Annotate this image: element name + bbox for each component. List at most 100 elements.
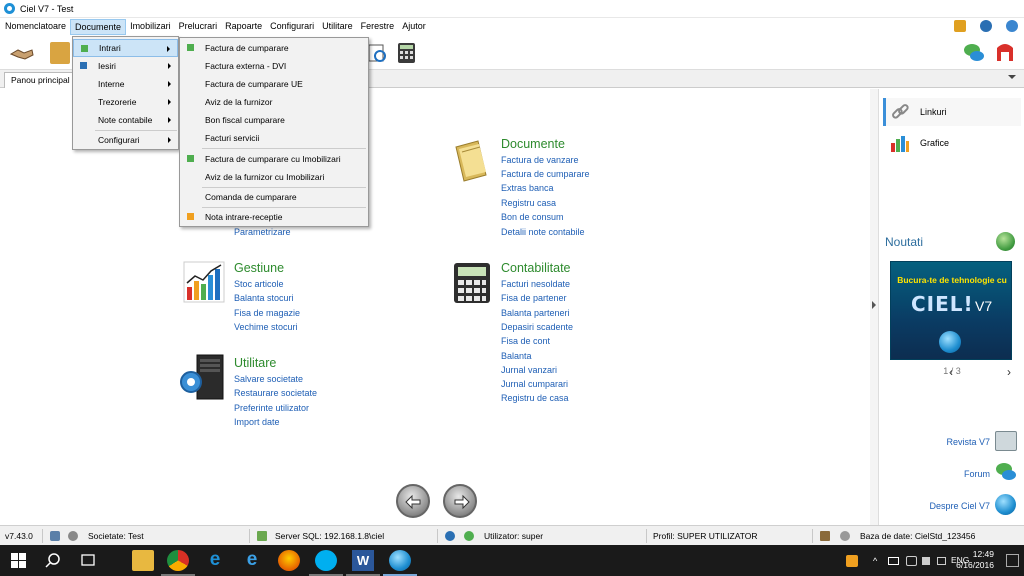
menu-rapoarte[interactable]: Rapoarte	[221, 19, 266, 35]
notification-flag-icon[interactable]	[846, 555, 858, 567]
chrome-icon[interactable]	[167, 550, 189, 571]
link-registru-casa[interactable]: Registru casa	[501, 198, 556, 208]
link-bon-consum[interactable]: Bon de consum	[501, 212, 564, 222]
chevron-right-icon[interactable]: ›	[1007, 365, 1011, 379]
link-facturi-nesoldate[interactable]: Facturi nesoldate	[501, 279, 570, 289]
task-view-icon[interactable]	[77, 550, 99, 571]
link-revista-v7[interactable]: Revista V7	[946, 437, 990, 447]
keyboard-icon[interactable]	[937, 557, 946, 565]
menu-item-configurari[interactable]: Configurari	[73, 131, 178, 149]
volume-icon[interactable]	[922, 557, 930, 565]
magazine-icon[interactable]	[995, 431, 1017, 451]
internet-explorer-icon[interactable]: e	[241, 550, 263, 571]
action-center-icon[interactable]	[1006, 554, 1019, 567]
calculator-icon[interactable]	[396, 42, 418, 64]
menu-item-trezorerie[interactable]: Trezorerie	[73, 93, 178, 111]
ciel-taskbar-icon[interactable]	[389, 550, 411, 571]
network-icon[interactable]	[906, 556, 917, 566]
report-icon[interactable]	[366, 42, 388, 64]
menu-item-interne[interactable]: Interne	[73, 75, 178, 93]
link-jurnal-cumparari[interactable]: Jurnal cumparari	[501, 379, 568, 389]
menu-item-aviz-imobilizari[interactable]: Aviz de la furnizor cu Imobilizari	[180, 168, 368, 186]
menu-item-nota-receptie[interactable]: Nota intrare-receptie	[180, 208, 368, 226]
battery-icon[interactable]	[888, 557, 899, 565]
rp-item-linkuri[interactable]: Linkuri	[883, 98, 1021, 126]
tab-list-dropdown-icon[interactable]	[1008, 75, 1016, 79]
info-icon[interactable]	[1006, 20, 1018, 32]
menu-item-intrari[interactable]: Intrari	[73, 39, 178, 57]
help-circle-icon[interactable]	[980, 20, 992, 32]
chevron-left-icon[interactable]: ‹	[949, 365, 953, 379]
menu-item-note-contabile[interactable]: Note contabile	[73, 111, 178, 129]
rp-item-grafice[interactable]: Grafice	[883, 129, 1021, 157]
menu-item-iesiri[interactable]: Iesiri	[73, 57, 178, 75]
settings-icon[interactable]	[68, 531, 78, 541]
box-icon[interactable]	[50, 42, 70, 64]
search-icon[interactable]	[42, 550, 64, 571]
skype-icon[interactable]	[315, 550, 337, 571]
menu-item-factura-dvi[interactable]: Factura externa - DVI	[180, 57, 368, 75]
chevron-up-icon[interactable]: ^	[873, 556, 877, 566]
tools-icon[interactable]	[954, 20, 966, 32]
link-parametrizare[interactable]: Parametrizare	[234, 227, 291, 237]
exit-icon[interactable]	[993, 42, 1017, 64]
link-factura-vanzare[interactable]: Factura de vanzare	[501, 155, 579, 165]
link-registru-de-casa[interactable]: Registru de casa	[501, 393, 569, 403]
menu-imobilizari[interactable]: Imobilizari	[126, 19, 175, 35]
word-icon[interactable]: W	[352, 550, 374, 571]
forward-arrow-button[interactable]	[443, 484, 477, 518]
menu-utilitare[interactable]: Utilitare	[318, 19, 357, 35]
menu-item-factura-ue[interactable]: Factura de cumparare UE	[180, 75, 368, 93]
menu-configurari[interactable]: Configurari	[266, 19, 318, 35]
menu-item-factura-imobilizari[interactable]: Factura de cumparare cu Imobilizari	[180, 150, 368, 168]
panel-splitter[interactable]	[870, 89, 878, 525]
menu-item-bon-fiscal[interactable]: Bon fiscal cumparare	[180, 111, 368, 129]
link-fisa-magazie[interactable]: Fisa de magazie	[234, 308, 300, 318]
chat-icon[interactable]	[962, 42, 986, 64]
ciel-logo-icon[interactable]	[995, 494, 1016, 515]
link-fisa-partener[interactable]: Fisa de partener	[501, 293, 567, 303]
link-import-date[interactable]: Import date	[234, 417, 280, 427]
back-arrow-button[interactable]	[396, 484, 430, 518]
tab-panou-principal[interactable]: Panou principal	[4, 72, 77, 88]
firefox-icon[interactable]	[278, 550, 300, 571]
collapse-arrow-icon[interactable]	[872, 301, 876, 309]
link-stoc-articole[interactable]: Stoc articole	[234, 279, 284, 289]
menu-item-factura-cumparare[interactable]: Factura de cumparare	[180, 39, 368, 57]
link-despre-ciel[interactable]: Despre Ciel V7	[929, 501, 990, 511]
link-factura-cumparare[interactable]: Factura de cumparare	[501, 169, 590, 179]
link-detalii-note[interactable]: Detalii note contabile	[501, 227, 585, 237]
link-fisa-cont[interactable]: Fisa de cont	[501, 336, 550, 346]
menu-ajutor[interactable]: Ajutor	[398, 19, 430, 35]
menu-item-comanda-cumparare[interactable]: Comanda de cumparare	[180, 188, 368, 206]
menu-documente[interactable]: Documente	[70, 19, 127, 35]
link-vechime-stocuri[interactable]: Vechime stocuri	[234, 322, 298, 332]
windows-start-icon[interactable]	[8, 550, 30, 571]
menu-nomenclatoare[interactable]: Nomenclatoare	[0, 19, 70, 35]
menu-item-aviz-furnizor[interactable]: Aviz de la furnizor	[180, 93, 368, 111]
news-banner[interactable]: Bucura-te de tehnologie cu CIEL! V7	[890, 261, 1012, 360]
link-restaurare-societate[interactable]: Restaurare societate	[234, 388, 317, 398]
edge-icon[interactable]: e	[204, 550, 226, 571]
menu-item-label: Trezorerie	[98, 97, 137, 107]
arrow-left-icon	[405, 494, 421, 510]
refresh-globe-icon[interactable]	[996, 232, 1015, 251]
link-depasiri-scadente[interactable]: Depasiri scadente	[501, 322, 573, 332]
link-balanta-parteneri[interactable]: Balanta parteneri	[501, 308, 570, 318]
link-preferinte-utilizator[interactable]: Preferinte utilizator	[234, 403, 309, 413]
link-salvare-societate[interactable]: Salvare societate	[234, 374, 303, 384]
file-explorer-icon[interactable]	[132, 550, 154, 571]
db-settings-icon[interactable]	[840, 531, 850, 541]
forum-chat-icon[interactable]	[995, 462, 1017, 482]
handshake-icon[interactable]	[8, 42, 36, 64]
menu-prelucrari[interactable]: Prelucrari	[175, 19, 222, 35]
menu-ferestre[interactable]: Ferestre	[357, 19, 399, 35]
utilizator-label: Utilizator: super	[484, 531, 544, 541]
menu-item-facturi-servicii[interactable]: Facturi servicii	[180, 129, 368, 147]
link-balanta-stocuri[interactable]: Balanta stocuri	[234, 293, 294, 303]
link-forum[interactable]: Forum	[964, 469, 990, 479]
link-balanta[interactable]: Balanta	[501, 351, 532, 361]
clock[interactable]: 12:49 6/16/2016	[956, 549, 994, 571]
link-extras-banca[interactable]: Extras banca	[501, 183, 554, 193]
link-jurnal-vanzari[interactable]: Jurnal vanzari	[501, 365, 557, 375]
